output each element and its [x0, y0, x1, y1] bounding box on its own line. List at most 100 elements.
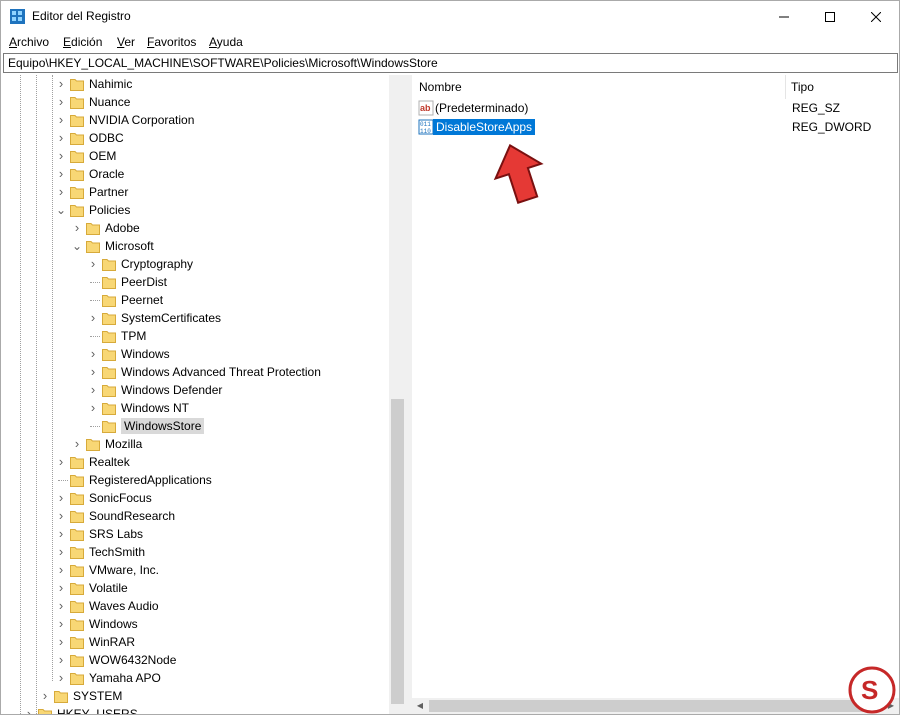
- tree-item[interactable]: › TechSmith: [3, 543, 389, 561]
- tree-item[interactable]: › WinRAR: [3, 633, 389, 651]
- tree-item[interactable]: › SystemCertificates: [3, 309, 389, 327]
- tree-item[interactable]: › Realtek: [3, 453, 389, 471]
- folder-icon: [70, 205, 84, 217]
- chevron-right-icon[interactable]: ›: [56, 617, 66, 630]
- tree-item[interactable]: › Windows NT: [3, 399, 389, 417]
- values-pane[interactable]: Nombre Tipo: [412, 75, 899, 714]
- window-title: Editor del Registro: [32, 9, 131, 23]
- scroll-left-button[interactable]: ◀: [412, 698, 428, 714]
- tree-item[interactable]: › Yamaha APO: [3, 669, 389, 687]
- tree-item[interactable]: › VMware, Inc.: [3, 561, 389, 579]
- tree-item[interactable]: › SYSTEM: [3, 687, 389, 705]
- folder-icon: [70, 547, 84, 559]
- chevron-right-icon[interactable]: ›: [56, 455, 66, 468]
- tree-item-label: TPM: [121, 329, 147, 343]
- tree-item[interactable]: ⌄ Policies: [3, 201, 389, 219]
- chevron-right-icon[interactable]: ›: [88, 365, 98, 378]
- chevron-right-icon[interactable]: ›: [72, 221, 82, 234]
- chevron-right-icon[interactable]: ›: [56, 563, 66, 576]
- tree-item[interactable]: › Partner: [3, 183, 389, 201]
- minimize-button[interactable]: [761, 1, 807, 32]
- chevron-right-icon[interactable]: ›: [88, 383, 98, 396]
- tree-item[interactable]: › Cryptography: [3, 255, 389, 273]
- menu-favoritos[interactable]: Favoritos: [147, 35, 196, 49]
- address-path[interactable]: Equipo\HKEY_LOCAL_MACHINE\SOFTWARE\Polic…: [8, 56, 438, 70]
- tree-item[interactable]: › WOW6432Node: [3, 651, 389, 669]
- tree-item[interactable]: › Nuance: [3, 93, 389, 111]
- tree-item[interactable]: › OEM: [3, 147, 389, 165]
- key-tree[interactable]: › Nahimic › Nuance › NVIDIA Corporation › ODBC ›…: [3, 75, 406, 714]
- chevron-right-icon[interactable]: ›: [56, 491, 66, 504]
- tree-item[interactable]: › Windows Defender: [3, 381, 389, 399]
- chevron-right-icon[interactable]: ›: [56, 131, 66, 144]
- tree-item[interactable]: › Adobe: [3, 219, 389, 237]
- chevron-down-icon[interactable]: ⌄: [72, 240, 82, 252]
- tree-item-selected[interactable]: WindowsStore: [3, 417, 389, 435]
- tree-item[interactable]: › Mozilla: [3, 435, 389, 453]
- tree-item[interactable]: ⌄ Microsoft: [3, 237, 389, 255]
- menu-ver[interactable]: Ver: [117, 35, 135, 49]
- tree-item-label: Nahimic: [89, 77, 133, 91]
- value-row[interactable]: ab (Predeterminado) REG_SZ: [418, 99, 898, 117]
- values-hscrollbar-thumb[interactable]: [429, 700, 869, 712]
- menu-edicion[interactable]: Edición: [63, 35, 102, 49]
- registry-editor-icon: [10, 9, 25, 24]
- tree-item[interactable]: › Windows: [3, 615, 389, 633]
- tree-item-label: Adobe: [105, 221, 140, 235]
- chevron-right-icon[interactable]: ›: [56, 671, 66, 684]
- chevron-right-icon[interactable]: ›: [56, 545, 66, 558]
- menu-archivo[interactable]: Archivo: [9, 35, 49, 49]
- chevron-right-icon[interactable]: ›: [56, 509, 66, 522]
- chevron-right-icon[interactable]: ›: [56, 149, 66, 162]
- value-row-selected[interactable]: 011 110 DisableStoreApps REG_DWORD: [418, 118, 898, 136]
- chevron-right-icon[interactable]: ›: [56, 95, 66, 108]
- chevron-right-icon[interactable]: ›: [72, 437, 82, 450]
- chevron-right-icon[interactable]: ›: [56, 653, 66, 666]
- tree-item[interactable]: › Oracle: [3, 165, 389, 183]
- close-button[interactable]: [853, 1, 899, 32]
- minimize-icon: [779, 16, 789, 17]
- tree-item[interactable]: › ODBC: [3, 129, 389, 147]
- tree-item[interactable]: › SoundResearch: [3, 507, 389, 525]
- menu-ayuda[interactable]: Ayuda: [209, 35, 243, 49]
- tree-item[interactable]: PeerDist: [3, 273, 389, 291]
- tree-item[interactable]: › Windows Advanced Threat Protection: [3, 363, 389, 381]
- chevron-right-icon[interactable]: ›: [56, 113, 66, 126]
- tree-item[interactable]: › Volatile: [3, 579, 389, 597]
- title-bar[interactable]: Editor del Registro: [1, 1, 899, 32]
- tree-item[interactable]: › NVIDIA Corporation: [3, 111, 389, 129]
- tree-item[interactable]: › SRS Labs: [3, 525, 389, 543]
- chevron-right-icon[interactable]: ›: [88, 347, 98, 360]
- tree-item[interactable]: › Nahimic: [3, 75, 389, 93]
- chevron-right-icon[interactable]: ›: [56, 185, 66, 198]
- tree-item[interactable]: TPM: [3, 327, 389, 345]
- tree-item[interactable]: Peernet: [3, 291, 389, 309]
- chevron-right-icon[interactable]: ›: [88, 311, 98, 324]
- chevron-right-icon[interactable]: ›: [56, 581, 66, 594]
- tree-item[interactable]: › Waves Audio: [3, 597, 389, 615]
- chevron-right-icon[interactable]: ›: [56, 77, 66, 90]
- tree-scrollbar-thumb[interactable]: [391, 399, 404, 704]
- chevron-right-icon[interactable]: ›: [88, 401, 98, 414]
- chevron-right-icon[interactable]: ›: [88, 257, 98, 270]
- chevron-right-icon[interactable]: ›: [56, 167, 66, 180]
- tree-item[interactable]: RegisteredApplications: [3, 471, 389, 489]
- folder-icon: [70, 511, 84, 523]
- chevron-right-icon[interactable]: ›: [56, 599, 66, 612]
- chevron-right-icon[interactable]: ›: [24, 707, 34, 714]
- tree-item[interactable]: › SonicFocus: [3, 489, 389, 507]
- chevron-right-icon[interactable]: ›: [56, 635, 66, 648]
- tree-item-label: SoundResearch: [89, 509, 176, 523]
- tree-item[interactable]: › HKEY_USERS: [3, 705, 389, 714]
- address-bar[interactable]: Equipo\HKEY_LOCAL_MACHINE\SOFTWARE\Polic…: [3, 53, 898, 73]
- values-hscrollbar[interactable]: ◀ ▶: [412, 698, 899, 714]
- tree-item-label: Yamaha APO: [89, 671, 161, 685]
- chevron-right-icon[interactable]: ›: [56, 527, 66, 540]
- column-divider[interactable]: [785, 75, 786, 99]
- tree-guide: [90, 282, 100, 283]
- chevron-down-icon[interactable]: ⌄: [56, 204, 66, 216]
- tree-scrollbar[interactable]: [389, 75, 406, 714]
- tree-item[interactable]: › Windows: [3, 345, 389, 363]
- maximize-button[interactable]: [807, 1, 853, 32]
- chevron-right-icon[interactable]: ›: [40, 689, 50, 702]
